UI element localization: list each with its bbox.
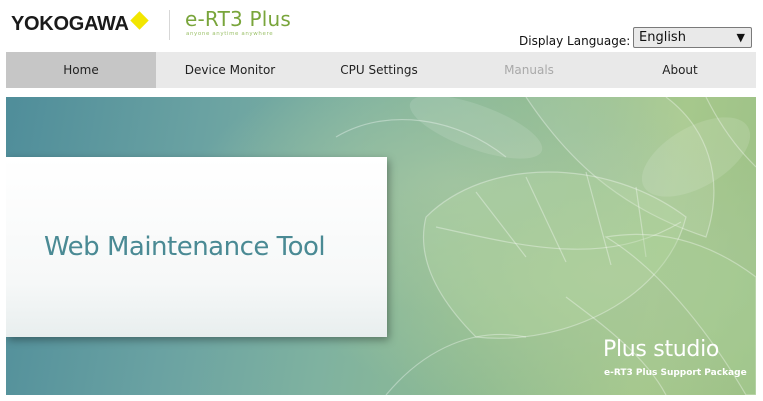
chevron-down-icon: ▼ bbox=[736, 31, 745, 44]
product-tagline: anyone anytime anywhere bbox=[186, 31, 274, 37]
nav-cpu-settings[interactable]: CPU Settings bbox=[304, 52, 454, 88]
header-divider bbox=[169, 10, 170, 40]
banner-title: Web Maintenance Tool bbox=[44, 232, 326, 262]
display-language-value: English bbox=[639, 30, 686, 45]
plus-studio-subtitle: e-RT3 Plus Support Package bbox=[604, 368, 747, 378]
plus-studio-logo: Plus studio bbox=[603, 337, 720, 362]
yokogawa-diamond-icon bbox=[130, 11, 149, 30]
yokogawa-logo: YOKOGAWA bbox=[11, 13, 129, 35]
display-language-select[interactable]: English ▼ bbox=[633, 27, 752, 48]
display-language-label: Display Language: bbox=[519, 34, 631, 48]
hero-banner: Web Maintenance Tool Plus studio e-RT3 P… bbox=[6, 97, 756, 395]
product-logo: e-RT3 Plus bbox=[185, 7, 291, 31]
nav-home[interactable]: Home bbox=[6, 52, 156, 88]
title-card: Web Maintenance Tool bbox=[6, 157, 387, 337]
main-nav: Home Device Monitor CPU Settings Manuals… bbox=[6, 52, 756, 88]
nav-device-monitor[interactable]: Device Monitor bbox=[156, 52, 304, 88]
nav-about[interactable]: About bbox=[604, 52, 756, 88]
nav-manuals: Manuals bbox=[504, 63, 554, 77]
